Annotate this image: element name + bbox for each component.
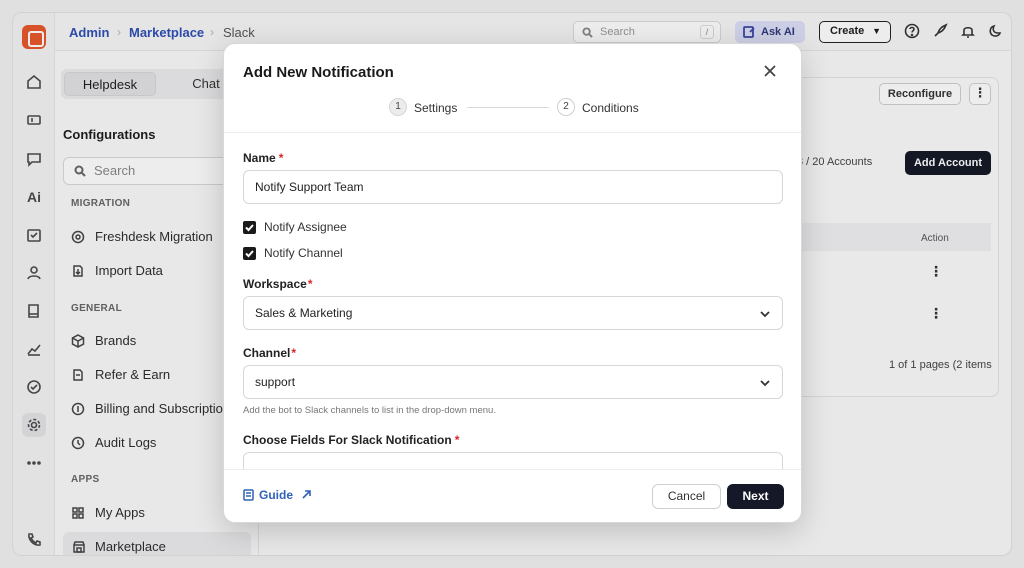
- document-icon: [243, 489, 254, 501]
- chevron-down-icon: [760, 380, 770, 387]
- next-button[interactable]: Next: [727, 484, 784, 509]
- notify-channel-checkbox[interactable]: [243, 247, 256, 260]
- channel-label: Channel*: [243, 346, 297, 360]
- close-icon[interactable]: [764, 64, 778, 78]
- workspace-label: Workspace*: [243, 277, 313, 291]
- workspace-value: Sales & Marketing: [255, 306, 353, 320]
- channel-help-text: Add the bot to Slack channels to list in…: [243, 405, 496, 416]
- name-input[interactable]: Notify Support Team: [243, 170, 783, 204]
- modal-footer: Guide Cancel Next: [224, 469, 801, 522]
- check-icon: [245, 250, 254, 258]
- fields-label: Choose Fields For Slack Notification *: [243, 433, 460, 447]
- step-connector: [467, 107, 549, 108]
- cancel-button[interactable]: Cancel: [652, 484, 721, 509]
- channel-value: support: [255, 375, 296, 389]
- step-2-indicator: 2: [557, 98, 575, 116]
- add-notification-modal: Add New Notification 1 Settings 2 Condit…: [223, 43, 802, 523]
- step-1-indicator: 1: [389, 98, 407, 116]
- notify-assignee-checkbox[interactable]: [243, 221, 256, 234]
- workspace-select[interactable]: Sales & Marketing: [243, 296, 783, 330]
- modal-title: Add New Notification: [243, 64, 394, 81]
- notify-channel-label[interactable]: Notify Channel: [264, 246, 343, 260]
- step-1-label: Settings: [414, 101, 458, 115]
- check-icon: [245, 224, 254, 232]
- name-label: Name *: [243, 151, 284, 165]
- header-divider: [224, 132, 801, 133]
- external-link-icon: [302, 490, 312, 499]
- chevron-down-icon: [760, 311, 770, 318]
- channel-select[interactable]: support: [243, 365, 783, 399]
- guide-label: Guide: [259, 488, 294, 502]
- notify-assignee-label[interactable]: Notify Assignee: [264, 220, 347, 234]
- guide-link[interactable]: Guide: [243, 488, 312, 502]
- step-2-label: Conditions: [582, 101, 639, 115]
